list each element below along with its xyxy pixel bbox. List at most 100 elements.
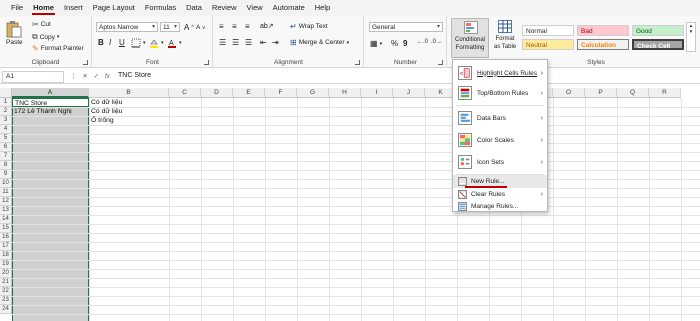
row-header-5[interactable]: 5 bbox=[0, 134, 12, 143]
conditional-formatting-button[interactable]: Conditional Formatting bbox=[451, 18, 489, 58]
row-header-2[interactable]: 2 bbox=[0, 107, 12, 116]
align-bottom-button[interactable]: ≡ bbox=[245, 22, 250, 31]
orientation-button[interactable]: ab↗ bbox=[260, 22, 274, 30]
tab-home[interactable]: Home bbox=[28, 0, 59, 16]
tab-insert[interactable]: Insert bbox=[59, 0, 88, 16]
fill-color-button[interactable]: ▾ bbox=[149, 38, 164, 48]
align-top-button[interactable]: ≡ bbox=[219, 22, 224, 31]
column-header-q[interactable]: Q bbox=[617, 88, 649, 98]
row-header-23[interactable]: 23 bbox=[0, 296, 12, 305]
decrease-decimal-button[interactable]: .0→ bbox=[431, 39, 442, 45]
tab-view[interactable]: View bbox=[242, 0, 268, 16]
accounting-button[interactable]: ▦ ▾ bbox=[370, 39, 382, 48]
column-header-f[interactable]: F bbox=[265, 88, 297, 98]
menu-item-color-scales[interactable]: Color Scales › bbox=[453, 130, 547, 150]
confirm-icon[interactable]: ✓ bbox=[94, 73, 99, 80]
fx-icon[interactable]: fx bbox=[105, 73, 110, 80]
row-header-10[interactable]: 10 bbox=[0, 179, 12, 188]
tab-review[interactable]: Review bbox=[207, 0, 242, 16]
style-bad[interactable]: Bad bbox=[577, 25, 629, 36]
cell-a1[interactable]: TNC Store bbox=[12, 98, 89, 107]
font-size-select[interactable]: 11 ▾ bbox=[160, 22, 180, 32]
tab-data[interactable]: Data bbox=[181, 0, 207, 16]
style-good[interactable]: Good bbox=[632, 25, 684, 36]
decrease-indent-button[interactable]: ⇤ bbox=[260, 38, 267, 47]
row-header-11[interactable]: 11 bbox=[0, 188, 12, 197]
style-check-cell[interactable]: Check Cell bbox=[632, 39, 684, 50]
font-color-button[interactable]: A ▾ bbox=[167, 38, 182, 48]
column-header-e[interactable]: E bbox=[233, 88, 265, 98]
column-header-j[interactable]: J bbox=[393, 88, 425, 98]
merge-center-button[interactable]: ⊞ Merge & Center ▾ bbox=[290, 38, 349, 47]
increase-indent-button[interactable]: ⇥ bbox=[272, 38, 279, 47]
formula-input[interactable]: TNC Store bbox=[118, 72, 151, 79]
row-header-16[interactable]: 16 bbox=[0, 233, 12, 242]
wrap-text-button[interactable]: ↵ Wrap Text bbox=[290, 22, 328, 31]
column-header-c[interactable]: C bbox=[169, 88, 201, 98]
bold-button[interactable]: B bbox=[98, 38, 104, 47]
row-header-19[interactable]: 19 bbox=[0, 260, 12, 269]
row-header-17[interactable]: 17 bbox=[0, 242, 12, 251]
align-center-button[interactable]: ☰ bbox=[232, 38, 239, 47]
menu-item-highlight-cells-rules[interactable]: < Highlight Cells Rules › bbox=[453, 63, 547, 83]
row-header-15[interactable]: 15 bbox=[0, 224, 12, 233]
format-painter-button[interactable]: ✎ Format Painter bbox=[32, 44, 84, 53]
row-header-7[interactable]: 7 bbox=[0, 152, 12, 161]
select-all-corner[interactable] bbox=[0, 88, 12, 98]
align-left-button[interactable]: ☰ bbox=[219, 38, 226, 47]
alignment-launcher-icon[interactable] bbox=[355, 60, 360, 65]
row-header-13[interactable]: 13 bbox=[0, 206, 12, 215]
tab-page-layout[interactable]: Page Layout bbox=[88, 0, 140, 16]
number-format-select[interactable]: General ▾ bbox=[369, 22, 443, 32]
comma-button[interactable]: 9 bbox=[403, 39, 407, 48]
row-header-12[interactable]: 12 bbox=[0, 197, 12, 206]
tab-file[interactable]: File bbox=[6, 0, 28, 16]
style-normal[interactable]: Normal bbox=[522, 25, 574, 36]
italic-button[interactable]: I bbox=[109, 38, 111, 47]
tab-automate[interactable]: Automate bbox=[268, 0, 310, 16]
column-header-h[interactable]: H bbox=[329, 88, 361, 98]
menu-item-manage-rules[interactable]: Manage Rules... bbox=[453, 200, 547, 212]
row-header-9[interactable]: 9 bbox=[0, 170, 12, 179]
shrink-font-button[interactable]: Av bbox=[196, 24, 205, 31]
column-header-a[interactable]: A bbox=[12, 88, 89, 98]
cell-b1[interactable]: Có dữ liệu bbox=[89, 98, 122, 107]
align-right-button[interactable]: ☰ bbox=[245, 38, 252, 47]
column-header-d[interactable]: D bbox=[201, 88, 233, 98]
row-header-6[interactable]: 6 bbox=[0, 143, 12, 152]
name-box[interactable]: A1 bbox=[2, 71, 64, 83]
menu-item-top-bottom-rules[interactable]: Top/Bottom Rules › bbox=[453, 83, 547, 103]
row-header-24[interactable]: 24 bbox=[0, 305, 12, 314]
cell-a2[interactable]: 172 Lê Thánh Nghị bbox=[12, 107, 72, 116]
style-calculation[interactable]: Calculation bbox=[577, 39, 629, 50]
align-middle-button[interactable]: ≡ bbox=[232, 22, 237, 31]
tab-help[interactable]: Help bbox=[310, 0, 335, 16]
number-launcher-icon[interactable] bbox=[438, 60, 443, 65]
menu-item-clear-rules[interactable]: Clear Rules › bbox=[453, 188, 547, 200]
grow-font-button[interactable]: A ^ bbox=[184, 23, 194, 32]
row-header-4[interactable]: 4 bbox=[0, 125, 12, 134]
increase-decimal-button[interactable]: ←.0 bbox=[417, 39, 428, 45]
format-as-table-button[interactable]: Format as Table bbox=[492, 18, 518, 58]
paste-button[interactable]: Paste bbox=[6, 20, 23, 46]
tab-formulas[interactable]: Formulas bbox=[140, 0, 181, 16]
row-header-14[interactable]: 14 bbox=[0, 215, 12, 224]
style-neutral[interactable]: Neutral bbox=[522, 39, 574, 50]
row-header-3[interactable]: 3 bbox=[0, 116, 12, 125]
row-header-1[interactable]: 1 bbox=[0, 98, 12, 107]
row-header-22[interactable]: 22 bbox=[0, 287, 12, 296]
cancel-icon[interactable]: ✕ bbox=[82, 73, 87, 80]
column-header-o[interactable]: O bbox=[553, 88, 585, 98]
column-header-p[interactable]: P bbox=[585, 88, 617, 98]
cell-b3[interactable]: Ô trống bbox=[89, 116, 114, 125]
menu-item-icon-sets[interactable]: Icon Sets › bbox=[453, 152, 547, 172]
percent-button[interactable]: % bbox=[391, 39, 398, 48]
menu-item-data-bars[interactable]: Data Bars › bbox=[453, 108, 547, 128]
column-header-r[interactable]: R bbox=[649, 88, 681, 98]
font-name-select[interactable]: Aptos Narrow ▾ bbox=[96, 22, 158, 32]
row-header-20[interactable]: 20 bbox=[0, 269, 12, 278]
row-header-8[interactable]: 8 bbox=[0, 161, 12, 170]
row-header-21[interactable]: 21 bbox=[0, 278, 12, 287]
font-launcher-icon[interactable] bbox=[204, 60, 209, 65]
column-header-b[interactable]: B bbox=[89, 88, 169, 98]
